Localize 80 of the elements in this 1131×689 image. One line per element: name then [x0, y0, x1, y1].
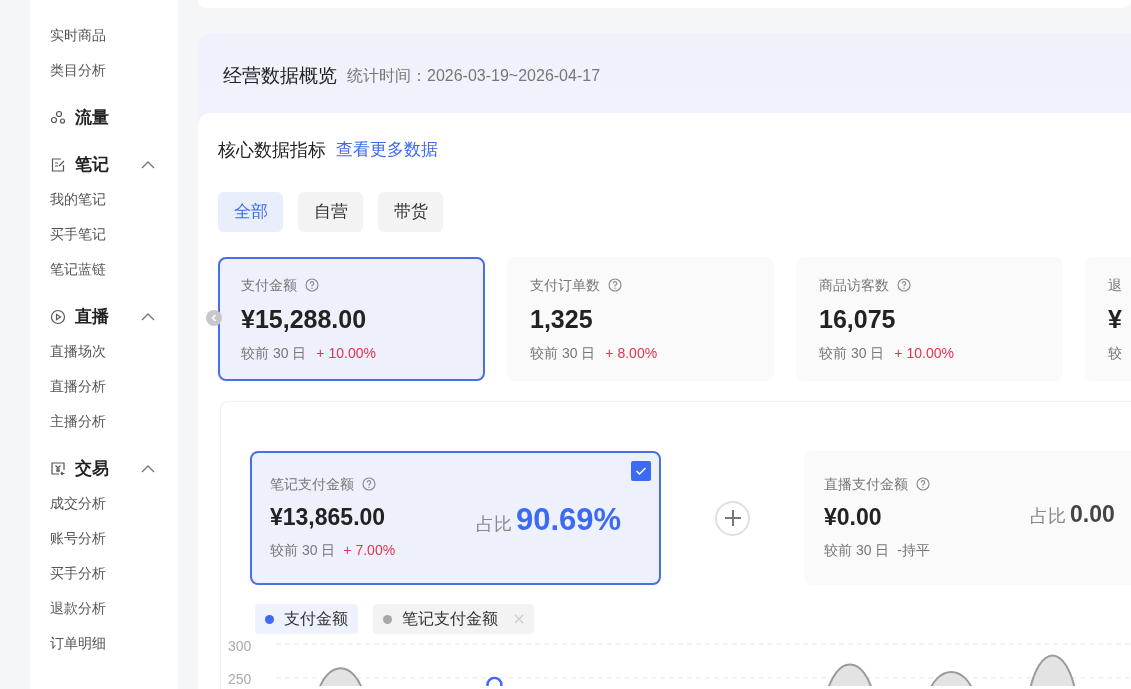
legend-chip[interactable]: 笔记支付金额	[373, 604, 534, 634]
filter-tab[interactable]: 自营	[298, 192, 363, 232]
sidebar-item[interactable]: 买手笔记	[50, 224, 106, 245]
circles-icon	[50, 109, 66, 126]
more-data-link[interactable]: 查看更多数据	[336, 137, 438, 163]
axis-label: 300	[228, 637, 252, 655]
breakdown-card[interactable]: 笔记支付金额 ¥13,865.00 较前 30 日 + 7.00% 占比 90.69%	[250, 451, 661, 585]
help-icon	[608, 278, 622, 292]
help-icon	[916, 477, 930, 491]
sidebar-item[interactable]: 买手分析	[50, 563, 106, 584]
overview-title: 经营数据概览	[223, 63, 337, 88]
data-point	[486, 676, 503, 686]
delta-value: + 8.00%	[605, 344, 658, 363]
sidebar-item[interactable]: 笔记蓝链	[50, 259, 106, 280]
axis-label: 250	[228, 670, 252, 688]
metric-card[interactable]: 支付金额 ¥15,288.00 较前 30 日 + 10.00%	[218, 257, 485, 381]
sidebar-item[interactable]: 类目分析	[50, 60, 106, 81]
note-icon	[50, 156, 66, 173]
compare-label: 较前 30 日	[241, 344, 307, 363]
breakdown-card[interactable]: 直播支付金额 ¥0.00 较前 30 日 -持平 占比 0.00	[804, 451, 1131, 585]
sidebar-item[interactable]: 账号分析	[50, 528, 106, 549]
compare-label: 较前 30 日	[270, 541, 336, 560]
sidebar-item[interactable]: 成交分析	[50, 493, 106, 514]
sidebar-item[interactable]: 直播场次	[50, 341, 106, 362]
metric-card[interactable]: 退 ¥ 较	[1085, 257, 1131, 381]
metric-card[interactable]: 商品访客数 16,075 较前 30 日 + 10.00%	[796, 257, 1063, 381]
metric-label: 支付订单数	[530, 275, 600, 295]
help-icon	[305, 278, 319, 292]
legend-chip[interactable]: 支付金额	[255, 604, 358, 634]
sidebar-section[interactable]: 流量	[75, 104, 109, 131]
help-icon	[362, 477, 376, 491]
delta-value: + 7.00%	[343, 541, 396, 560]
compare-label: 较	[1108, 344, 1122, 363]
sidebar-section[interactable]: 笔记	[75, 151, 109, 178]
sidebar-item[interactable]: 退款分析	[50, 598, 106, 619]
metric-card[interactable]: 支付订单数 1,325 较前 30 日 + 8.00%	[507, 257, 774, 381]
share-label: 占比	[476, 513, 512, 536]
delta-value: + 10.00%	[894, 344, 954, 363]
sidebar-section[interactable]: 交易	[75, 455, 109, 482]
help-icon	[897, 278, 911, 292]
share-value: 90.69%	[516, 501, 622, 539]
checkbox[interactable]	[631, 461, 651, 481]
sidebar-section[interactable]: 直播	[75, 303, 109, 330]
chevron-icon[interactable]	[140, 159, 156, 170]
scroll-left-button[interactable]	[206, 310, 222, 326]
metric-label: 支付金额	[241, 275, 297, 295]
sidebar-item[interactable]: 主播分析	[50, 411, 106, 432]
breakdown-label: 笔记支付金额	[270, 474, 354, 494]
compare-label: 较前 30 日	[824, 541, 890, 560]
compare-label: 较前 30 日	[819, 344, 885, 363]
metric-label: 退	[1108, 275, 1122, 295]
sidebar-item[interactable]: 订单明细	[50, 633, 106, 654]
section-title: 核心数据指标	[218, 138, 326, 162]
breakdown-value: ¥13,865.00	[270, 503, 387, 532]
add-button[interactable]	[715, 500, 750, 536]
statistics-period: 统计时间：2026-03-19~2026-04-17	[347, 66, 601, 86]
breakdown-label: 直播支付金额	[824, 474, 908, 494]
metric-value: 1,325	[530, 304, 594, 335]
metric-value: ¥	[1108, 304, 1123, 335]
play-icon	[50, 308, 66, 325]
chevron-icon[interactable]	[140, 311, 156, 322]
compare-label: 较前 30 日	[530, 344, 596, 363]
sidebar-item[interactable]: 直播分析	[50, 376, 106, 397]
share-label: 占比	[1030, 505, 1066, 528]
area-peak	[1027, 654, 1078, 686]
delta-value: -持平	[897, 541, 931, 560]
sidebar-item[interactable]: 我的笔记	[50, 189, 106, 210]
metric-label: 商品访客数	[819, 275, 889, 295]
plus-icon	[722, 508, 743, 528]
chevron-icon[interactable]	[140, 463, 156, 474]
metric-value: ¥15,288.00	[241, 304, 368, 335]
filter-tab[interactable]: 带货	[378, 192, 443, 232]
metric-value: 16,075	[819, 304, 897, 335]
filter-tab[interactable]: 全部	[218, 192, 283, 232]
chevron-left-icon	[210, 314, 218, 322]
yuan-icon	[50, 460, 66, 477]
breakdown-value: ¥0.00	[824, 503, 883, 532]
sidebar-item[interactable]: 实时商品	[50, 25, 106, 46]
delta-value: + 10.00%	[316, 344, 376, 363]
share-value: 0.00	[1070, 500, 1115, 529]
